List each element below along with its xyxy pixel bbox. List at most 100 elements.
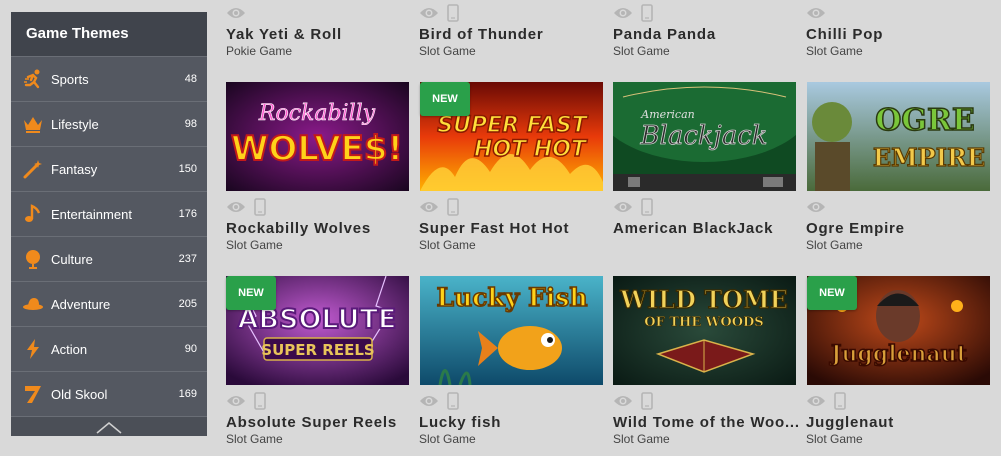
globe-icon — [22, 248, 44, 270]
eye-icon[interactable] — [419, 394, 439, 408]
game-type: Slot Game — [419, 44, 476, 58]
game-icons — [419, 392, 459, 410]
game-title[interactable]: Panda Panda — [613, 26, 798, 43]
sidebar-item-count: 48 — [184, 73, 197, 85]
sidebar-item-count: 205 — [178, 298, 197, 310]
eye-icon[interactable] — [226, 394, 246, 408]
game-type: Slot Game — [613, 44, 670, 58]
sidebar-item-sports[interactable]: Sports 48 — [11, 56, 207, 101]
runner-icon — [22, 68, 44, 90]
mobile-icon — [641, 392, 653, 410]
chevron-up-icon — [96, 422, 122, 434]
game-title[interactable]: Jugglenaut — [806, 414, 991, 431]
eye-icon[interactable] — [806, 6, 826, 20]
mobile-icon — [641, 198, 653, 216]
game-icons — [419, 4, 459, 22]
sidebar-item-label: Old Skool — [51, 386, 108, 402]
game-title[interactable]: Rockabilly Wolves — [226, 220, 411, 237]
svg-text:WOLVE$!: WOLVE$! — [231, 129, 403, 169]
sidebar-item-label: Entertainment — [51, 206, 132, 222]
eye-icon[interactable] — [806, 200, 826, 214]
new-badge: NEW — [226, 276, 276, 310]
game-icons — [226, 392, 266, 410]
svg-text:OF THE WOODS: OF THE WOODS — [644, 315, 763, 330]
game-title[interactable]: Lucky fish — [419, 414, 604, 431]
game-type: Pokie Game — [226, 44, 293, 58]
mobile-icon — [447, 198, 459, 216]
game-icons — [806, 198, 826, 216]
game-title[interactable]: Wild Tome of the Woo... — [613, 414, 798, 431]
svg-text:WILD TOME: WILD TOME — [619, 285, 788, 314]
sidebar-item-action[interactable]: Action 90 — [11, 326, 207, 371]
game-type: Slot Game — [806, 44, 863, 58]
game-icons — [806, 392, 846, 410]
sidebar-item-adventure[interactable]: Adventure 205 — [11, 281, 207, 326]
svg-text:SUPER FAST: SUPER FAST — [437, 113, 589, 138]
eye-icon[interactable] — [419, 6, 439, 20]
game-thumbnail-ogre-empire[interactable]: OGRE EMPIRE — [807, 82, 990, 191]
eye-icon[interactable] — [613, 6, 633, 20]
mobile-icon — [447, 392, 459, 410]
game-type: Slot Game — [806, 432, 863, 446]
sidebar-item-label: Sports — [51, 71, 89, 87]
eye-icon[interactable] — [613, 200, 633, 214]
game-type: Slot Game — [806, 238, 863, 252]
game-icons — [226, 4, 246, 22]
game-icons — [806, 4, 826, 22]
sidebar-item-label: Fantasy — [51, 161, 98, 177]
game-thumbnail-lucky-fish[interactable]: Lucky Fish — [420, 276, 603, 385]
game-type: Slot Game — [226, 238, 283, 252]
game-title[interactable]: Absolute Super Reels — [226, 414, 411, 431]
mobile-icon — [447, 4, 459, 22]
sidebar-item-culture[interactable]: Culture 237 — [11, 236, 207, 281]
game-thumbnail-american-blackjack[interactable]: Blackjack American — [613, 82, 796, 191]
game-icons — [226, 198, 266, 216]
eye-icon[interactable] — [226, 200, 246, 214]
game-title[interactable]: Chilli Pop — [806, 26, 991, 43]
eye-icon[interactable] — [806, 394, 826, 408]
game-thumbnail-rockabilly-wolves[interactable]: Rockabilly WOLVE$! — [226, 82, 409, 191]
eye-icon[interactable] — [226, 6, 246, 20]
eye-icon[interactable] — [613, 394, 633, 408]
game-type: Slot Game — [419, 432, 476, 446]
game-title[interactable]: Super Fast Hot Hot — [419, 220, 604, 237]
game-type: Slot Game — [419, 238, 476, 252]
sidebar-item-old-skool[interactable]: Old Skool 169 — [11, 371, 207, 416]
mobile-icon — [641, 4, 653, 22]
game-type: Slot Game — [613, 432, 670, 446]
sidebar-collapse-button[interactable] — [11, 416, 207, 436]
sidebar-item-count: 169 — [178, 388, 197, 400]
mobile-icon — [834, 392, 846, 410]
crown-icon — [22, 113, 44, 135]
sidebar-item-count: 237 — [178, 253, 197, 265]
svg-text:Rockabilly: Rockabilly — [258, 101, 376, 126]
svg-text:Jugglenaut: Jugglenaut — [829, 341, 968, 367]
game-type: Slot Game — [226, 432, 283, 446]
game-title[interactable]: Bird of Thunder — [419, 26, 604, 43]
hat-icon — [22, 293, 44, 315]
game-title[interactable]: Yak Yeti & Roll — [226, 26, 411, 43]
eye-icon[interactable] — [419, 200, 439, 214]
sidebar-item-label: Action — [51, 341, 88, 357]
new-badge: NEW — [807, 276, 857, 310]
svg-text:SUPER REELS: SUPER REELS — [261, 341, 374, 359]
sidebar-item-count: 98 — [184, 118, 197, 130]
sidebar-item-lifestyle[interactable]: Lifestyle 98 — [11, 101, 207, 146]
game-icons — [613, 392, 653, 410]
sidebar-item-fantasy[interactable]: Fantasy 150 — [11, 146, 207, 191]
game-title[interactable]: Ogre Empire — [806, 220, 991, 237]
game-themes-sidebar: Game Themes Sports 48 Lifestyle 98 Fanta… — [11, 12, 207, 436]
sidebar-item-entertainment[interactable]: Entertainment 176 — [11, 191, 207, 236]
sidebar-item-count: 176 — [178, 208, 197, 220]
sidebar-item-label: Adventure — [51, 296, 111, 312]
sidebar-title: Game Themes — [11, 12, 207, 56]
game-icons — [419, 198, 459, 216]
new-badge: NEW — [420, 82, 470, 116]
svg-text:OGRE: OGRE — [875, 103, 975, 138]
mobile-icon — [254, 392, 266, 410]
sidebar-item-count: 90 — [184, 343, 197, 355]
seven-icon — [22, 383, 44, 405]
game-title[interactable]: American BlackJack — [613, 220, 798, 237]
mobile-icon — [254, 198, 266, 216]
game-thumbnail-wild-tome-of-the-woods[interactable]: WILD TOME OF THE WOODS — [613, 276, 796, 385]
